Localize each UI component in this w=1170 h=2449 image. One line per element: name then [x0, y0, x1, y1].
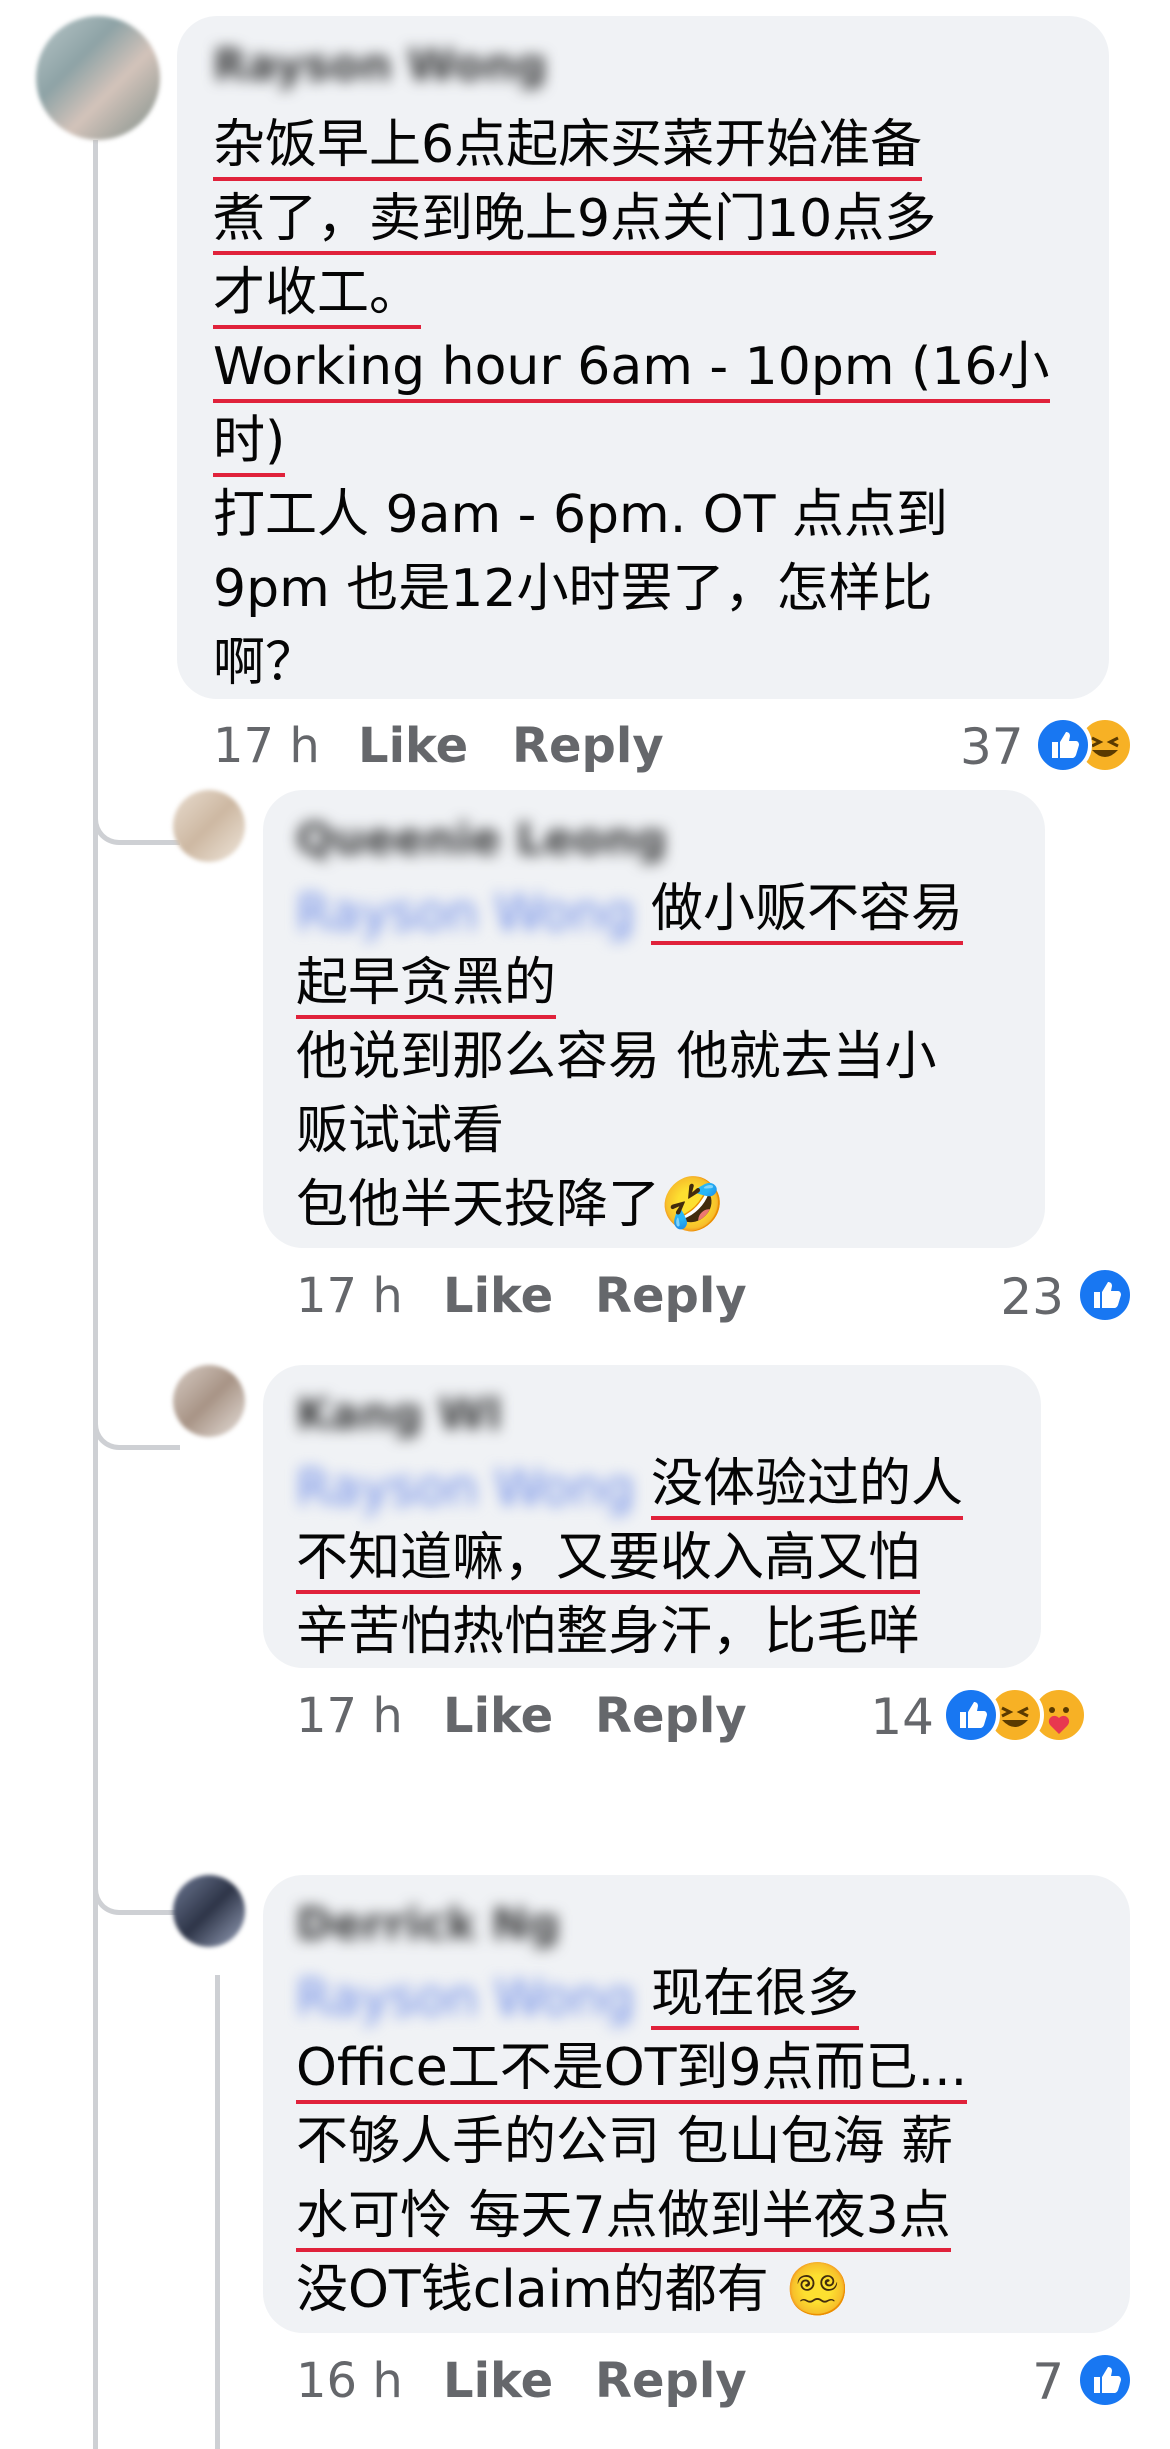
- avatar[interactable]: [36, 16, 160, 140]
- avatar[interactable]: [173, 1875, 245, 1947]
- comment-author[interactable]: Derrick Ng: [296, 1899, 560, 1950]
- comment-author[interactable]: Kang Wl: [296, 1389, 502, 1440]
- comment-line: 不知道嘛，又要收入高又怕: [296, 1521, 921, 1595]
- comment-author[interactable]: Rayson Wong: [213, 40, 547, 91]
- comment-line: 没体验过的人: [651, 1447, 964, 1521]
- comment-line: 水可怜 每天7点做到半夜3点: [296, 2179, 951, 2253]
- reply-button[interactable]: Reply: [595, 1268, 747, 1324]
- timestamp[interactable]: 17 h: [296, 1688, 403, 1744]
- comment-line: 做小贩不容易: [651, 872, 964, 946]
- thread-line: [93, 140, 98, 2449]
- reply-button[interactable]: Reply: [595, 2353, 747, 2409]
- comment-line: 他说到那么容易 他就去当小: [296, 1027, 937, 1087]
- like-icon: [1034, 716, 1092, 774]
- timestamp[interactable]: 16 h: [296, 2353, 403, 2409]
- comment-line: Office工不是OT到9点而已...: [296, 2031, 968, 2105]
- thread-line: [215, 1975, 220, 2449]
- like-icon: [1076, 1266, 1134, 1324]
- like-icon: [1076, 2351, 1134, 2409]
- comment-line: 时): [213, 404, 286, 478]
- like-button[interactable]: Like: [443, 2353, 553, 2409]
- avatar[interactable]: [173, 1365, 245, 1437]
- like-icon: [942, 1686, 1000, 1744]
- mention-link[interactable]: Rayson Wong: [296, 1459, 635, 1517]
- comment-line: 才收工。: [213, 256, 422, 330]
- comment-line: 辛苦怕热怕整身汗，比毛咩: [296, 1602, 921, 1662]
- thread-branch: [93, 1840, 180, 1915]
- comment-line: 没OT钱claim的都有 😵‍💫: [296, 2260, 850, 2320]
- reply-button[interactable]: Reply: [595, 1688, 747, 1744]
- comment-line: 煮了，卖到晚上9点关门10点多: [213, 182, 937, 256]
- timestamp[interactable]: 17 h: [213, 718, 320, 774]
- reaction-count[interactable]: 14: [870, 1688, 934, 1746]
- comment-line: 9pm 也是12小时罢了，怎样比: [213, 559, 933, 619]
- thread-branch: [93, 770, 180, 845]
- comment-author[interactable]: Queenie Leong: [296, 814, 667, 865]
- comment-line: 包他半天投降了🤣: [296, 1175, 725, 1235]
- thread-branch: [93, 1375, 180, 1450]
- comment-line: 打工人 9am - 6pm. OT 点点到: [213, 485, 948, 545]
- reaction-count[interactable]: 7: [1020, 2353, 1064, 2411]
- comment-line: 杂饭早上6点起床买菜开始准备: [213, 108, 923, 182]
- timestamp[interactable]: 17 h: [296, 1268, 403, 1324]
- like-button[interactable]: Like: [358, 718, 468, 774]
- comment-line: 贩试试看: [296, 1101, 505, 1161]
- comment-line: 现在很多: [651, 1957, 860, 2031]
- reply-button[interactable]: Reply: [512, 718, 664, 774]
- like-button[interactable]: Like: [443, 1268, 553, 1324]
- comment-line: 啊？: [213, 633, 318, 693]
- comment-line: 起早贪黑的: [296, 946, 557, 1020]
- comment-line: 不够人手的公司 包山包海 薪: [296, 2112, 954, 2172]
- like-button[interactable]: Like: [443, 1688, 553, 1744]
- mention-link[interactable]: Rayson Wong: [296, 1969, 635, 2027]
- reaction-count[interactable]: 37: [960, 718, 1024, 776]
- comment-line: Working hour 6am - 10pm (16小: [213, 330, 1050, 404]
- reaction-count[interactable]: 23: [1000, 1268, 1064, 1326]
- mention-link[interactable]: Rayson Wong: [296, 884, 635, 942]
- avatar[interactable]: [173, 790, 245, 862]
